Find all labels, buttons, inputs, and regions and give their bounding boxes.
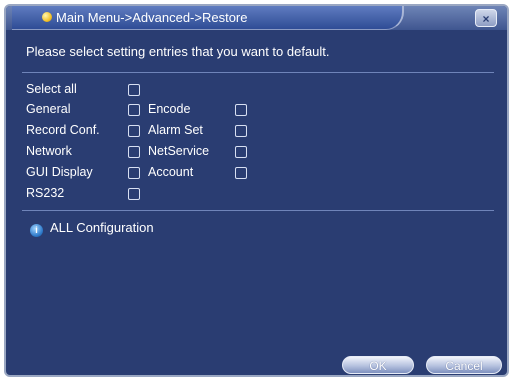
network-label: Network — [26, 144, 72, 158]
close-button[interactable]: × — [475, 9, 497, 27]
network-checkbox[interactable] — [128, 146, 140, 158]
netservice-checkbox[interactable] — [235, 146, 247, 158]
gui-display-checkbox[interactable] — [128, 167, 140, 179]
alarm-set-label: Alarm Set — [148, 123, 203, 137]
gui-display-label: GUI Display — [26, 165, 93, 179]
title-tab: Main Menu->Advanced->Restore — [12, 6, 404, 30]
divider-top — [22, 72, 494, 73]
general-label: General — [26, 102, 71, 116]
alarm-set-checkbox[interactable] — [235, 125, 247, 137]
rs232-label: RS232 — [26, 186, 65, 200]
titlebar: Main Menu->Advanced->Restore × — [6, 6, 507, 30]
ok-button[interactable]: OK — [342, 356, 414, 374]
select-all-checkbox[interactable] — [128, 84, 140, 96]
encode-label: Encode — [148, 102, 191, 116]
restore-dialog: Main Menu->Advanced->Restore × Please se… — [4, 4, 509, 377]
title-dot-icon — [42, 12, 52, 22]
encode-checkbox[interactable] — [235, 104, 247, 116]
rs232-checkbox[interactable] — [128, 188, 140, 200]
info-icon: i — [30, 224, 43, 237]
select-all-label: Select all — [26, 82, 77, 96]
record-conf-checkbox[interactable] — [128, 125, 140, 137]
account-label: Account — [148, 165, 194, 179]
general-checkbox[interactable] — [128, 104, 140, 116]
prompt-text: Please select setting entries that you w… — [26, 44, 330, 59]
account-checkbox[interactable] — [235, 167, 247, 179]
divider-middle — [22, 210, 494, 211]
netservice-label: NetService — [148, 144, 210, 158]
window-title: Main Menu->Advanced->Restore — [56, 10, 248, 25]
record-conf-label: Record Conf. — [26, 123, 100, 137]
cancel-button[interactable]: Cancel — [426, 356, 502, 374]
all-configuration-label: ALL Configuration — [50, 220, 154, 235]
